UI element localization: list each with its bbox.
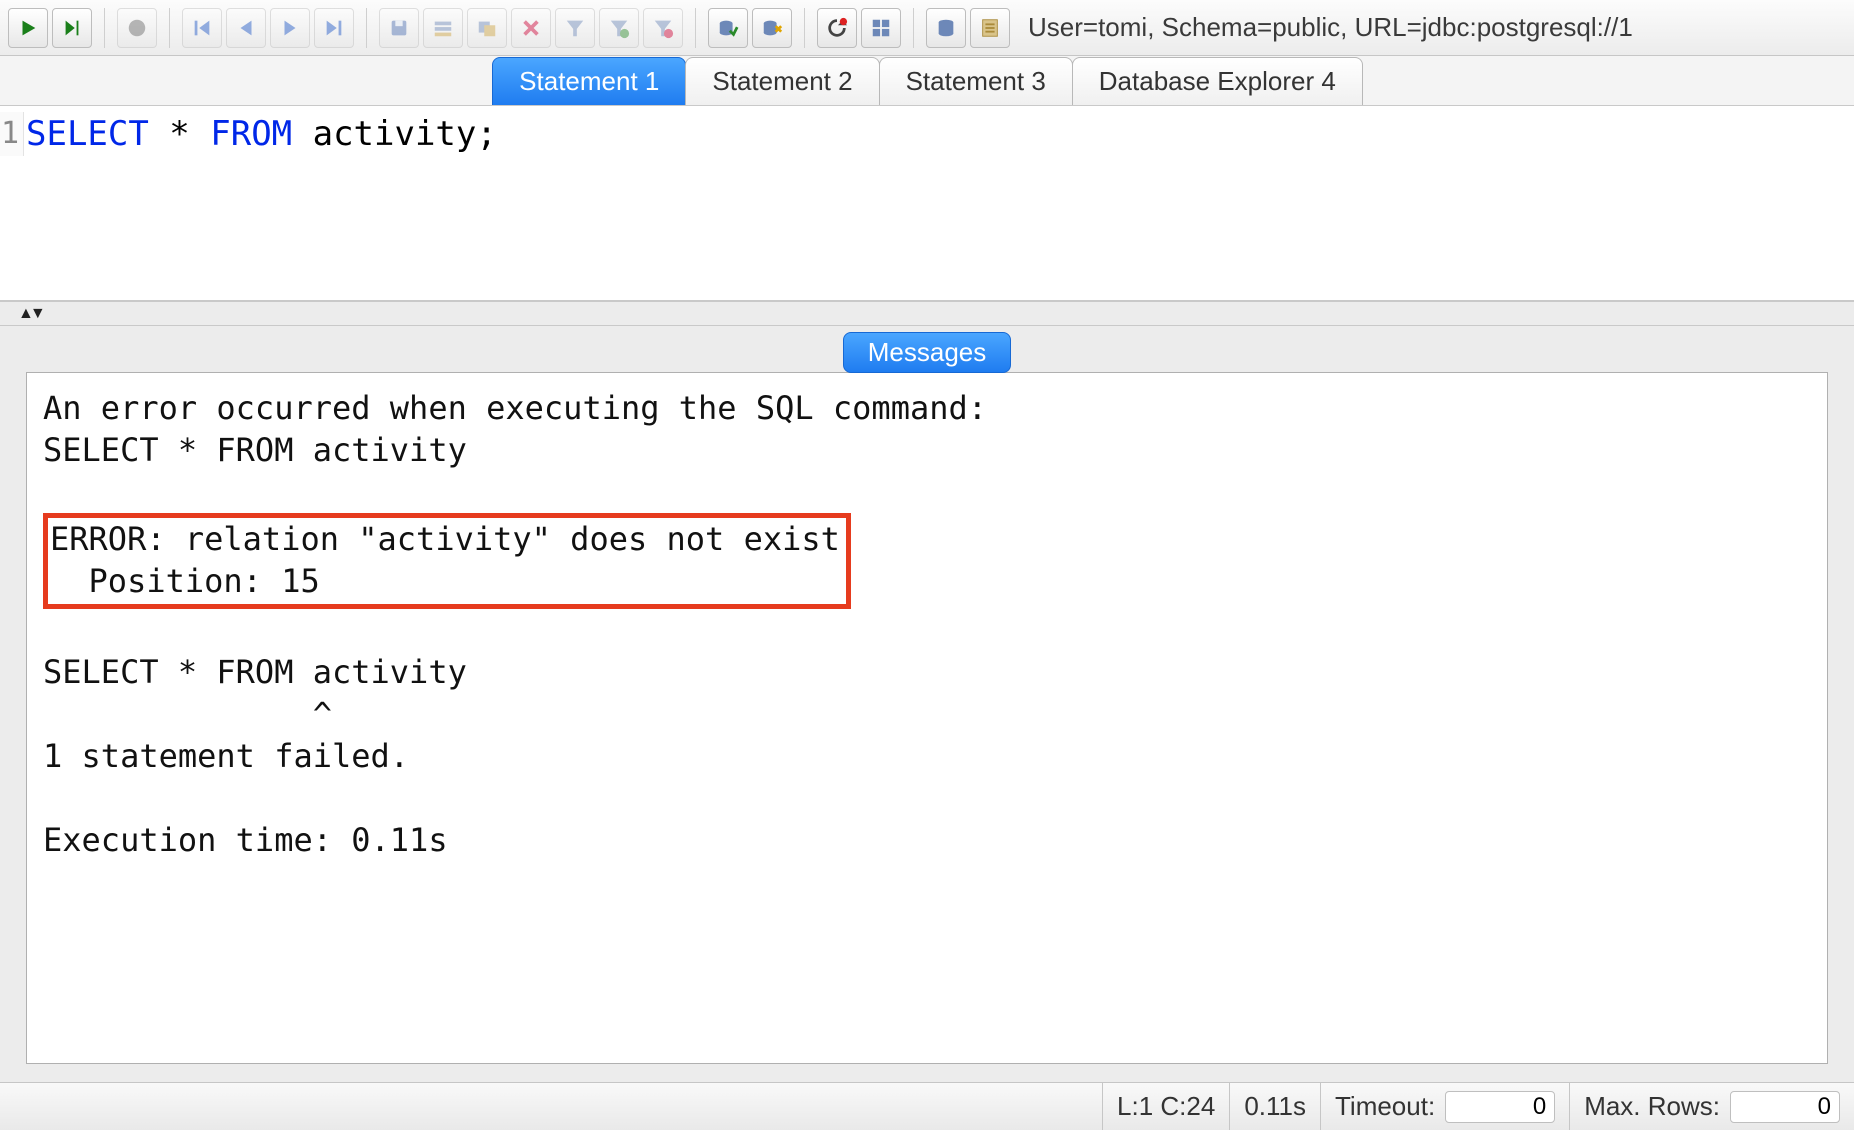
db-browser-icon xyxy=(935,17,957,39)
filter-clear-icon xyxy=(652,17,674,39)
messages-tab[interactable]: Messages xyxy=(843,332,1012,373)
maxrows-field: Max. Rows: xyxy=(1570,1083,1854,1130)
timeout-field: Timeout: xyxy=(1321,1083,1570,1130)
timeout-label: Timeout: xyxy=(1335,1091,1435,1122)
statement-tabs: Statement 1 Statement 2 Statement 3 Data… xyxy=(0,56,1854,106)
status-spacer xyxy=(0,1083,1103,1130)
status-bar: L:1 C:24 0.11s Timeout: Max. Rows: xyxy=(0,1082,1854,1130)
timeout-input[interactable] xyxy=(1445,1091,1555,1123)
delete-row-icon xyxy=(520,17,542,39)
run-icon xyxy=(17,17,39,39)
msg-line-exectime: Execution time: 0.11s xyxy=(43,821,448,859)
rollback-button[interactable] xyxy=(752,8,792,48)
maxrows-input[interactable] xyxy=(1730,1091,1840,1123)
db-commit-icon xyxy=(717,17,739,39)
db-rollback-icon xyxy=(761,17,783,39)
save-button[interactable] xyxy=(379,8,419,48)
run-cursor-icon xyxy=(61,17,83,39)
db-form-button[interactable] xyxy=(970,8,1010,48)
save-icon xyxy=(388,17,410,39)
first-record-icon xyxy=(191,17,213,39)
next-record-icon xyxy=(279,17,301,39)
messages-output[interactable]: An error occurred when executing the SQL… xyxy=(26,372,1828,1064)
stop-icon xyxy=(126,17,148,39)
db-form-icon xyxy=(979,17,1001,39)
filter-clear-button[interactable] xyxy=(643,8,683,48)
filter-add-button[interactable] xyxy=(599,8,639,48)
exec-time: 0.11s xyxy=(1230,1083,1321,1130)
line-number: 1 xyxy=(0,112,24,156)
layout-icon xyxy=(870,17,892,39)
filter-button[interactable] xyxy=(555,8,595,48)
tab-database-explorer[interactable]: Database Explorer 4 xyxy=(1072,57,1363,105)
toolbar: User=tomi, Schema=public, URL=jdbc:postg… xyxy=(0,0,1854,56)
msg-line-intro: An error occurred when executing the SQL… xyxy=(43,389,987,427)
copy-row-button[interactable] xyxy=(467,8,507,48)
copy-row-icon xyxy=(476,17,498,39)
filter-icon xyxy=(564,17,586,39)
connection-info: User=tomi, Schema=public, URL=jdbc:postg… xyxy=(1028,12,1846,43)
layout-button[interactable] xyxy=(861,8,901,48)
first-record-button[interactable] xyxy=(182,8,222,48)
pane-splitter[interactable]: ▲▼ xyxy=(0,301,1854,325)
maxrows-label: Max. Rows: xyxy=(1584,1091,1720,1122)
msg-line-sql: SELECT * FROM activity xyxy=(43,431,467,469)
sql-editor[interactable]: 1 SELECT * FROM activity; xyxy=(0,106,1854,301)
tab-statement-2[interactable]: Statement 2 xyxy=(685,57,879,105)
tab-statement-3[interactable]: Statement 3 xyxy=(879,57,1073,105)
next-record-button[interactable] xyxy=(270,8,310,48)
error-highlight: ERROR: relation "activity" does not exis… xyxy=(43,513,851,609)
delete-row-button[interactable] xyxy=(511,8,551,48)
prev-record-icon xyxy=(235,17,257,39)
tab-statement-1[interactable]: Statement 1 xyxy=(492,57,686,105)
messages-panel: Messages An error occurred when executin… xyxy=(0,325,1854,1082)
db-browser-button[interactable] xyxy=(926,8,966,48)
filter-add-icon xyxy=(608,17,630,39)
stop-button[interactable] xyxy=(117,8,157,48)
msg-caret: ^ xyxy=(43,695,332,733)
insert-row-icon xyxy=(432,17,454,39)
cursor-position: L:1 C:24 xyxy=(1103,1083,1230,1130)
run-button[interactable] xyxy=(8,8,48,48)
commit-button[interactable] xyxy=(708,8,748,48)
insert-row-button[interactable] xyxy=(423,8,463,48)
reconnect-icon xyxy=(826,17,848,39)
run-cursor-button[interactable] xyxy=(52,8,92,48)
reconnect-button[interactable] xyxy=(817,8,857,48)
last-record-icon xyxy=(323,17,345,39)
sql-code: SELECT * FROM activity; xyxy=(24,112,497,156)
last-record-button[interactable] xyxy=(314,8,354,48)
msg-line-failed: 1 statement failed. xyxy=(43,737,409,775)
msg-line-sql2: SELECT * FROM activity xyxy=(43,653,467,691)
prev-record-button[interactable] xyxy=(226,8,266,48)
